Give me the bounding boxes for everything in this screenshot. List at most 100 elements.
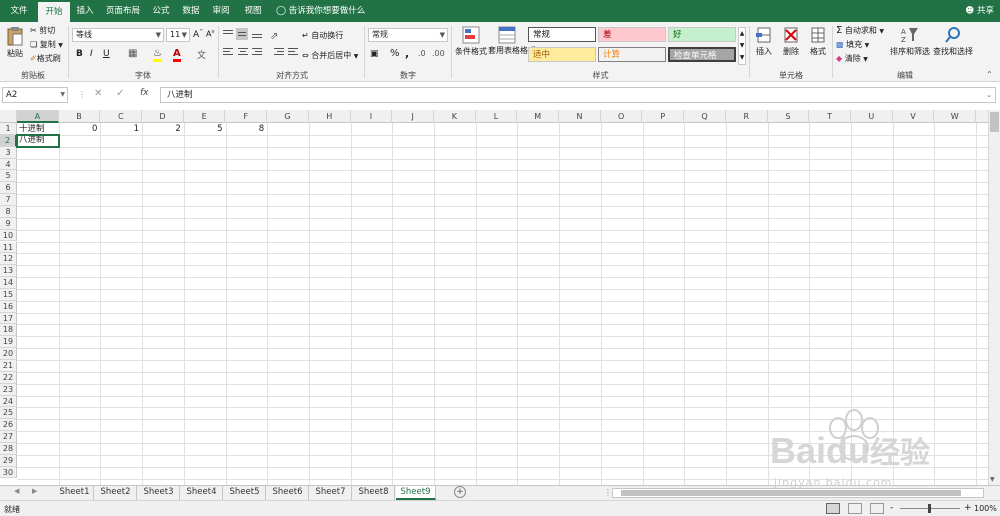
- column-header-c[interactable]: C: [100, 110, 143, 123]
- bold-button[interactable]: B: [76, 49, 83, 59]
- column-header-k[interactable]: K: [434, 110, 476, 123]
- sheet-tab-sheet2[interactable]: Sheet2: [95, 486, 137, 500]
- page-break-view-icon[interactable]: [870, 503, 884, 514]
- currency-button[interactable]: ▣: [370, 49, 379, 59]
- column-header-h[interactable]: H: [309, 110, 351, 123]
- tab-page-layout[interactable]: 页面布局: [102, 0, 144, 22]
- delete-cells-button[interactable]: 删除: [779, 26, 803, 57]
- fill-color-button[interactable]: ♨: [153, 48, 162, 62]
- sheet-tab-sheet9[interactable]: Sheet9: [396, 486, 436, 500]
- column-header-v[interactable]: V: [893, 110, 935, 123]
- column-header-r[interactable]: R: [726, 110, 768, 123]
- column-header-d[interactable]: D: [142, 110, 184, 123]
- cell-d1[interactable]: 2: [142, 124, 180, 135]
- font-color-button[interactable]: A: [173, 48, 181, 62]
- cell-c1[interactable]: 1: [100, 124, 139, 135]
- column-header-b[interactable]: B: [59, 110, 101, 123]
- column-header-e[interactable]: E: [184, 110, 226, 123]
- column-header-w[interactable]: W: [934, 110, 977, 123]
- tell-me-box[interactable]: ◯ 告诉我你想要做什么: [276, 0, 365, 22]
- page-layout-view-icon[interactable]: [848, 503, 862, 514]
- sheet-tab-sheet3[interactable]: Sheet3: [138, 486, 180, 500]
- row-header-14[interactable]: 14: [0, 277, 17, 289]
- row-header-15[interactable]: 15: [0, 288, 17, 301]
- sheet-tab-sheet1[interactable]: Sheet1: [56, 486, 94, 500]
- column-header-l[interactable]: L: [476, 110, 518, 123]
- row-header-18[interactable]: 18: [0, 324, 17, 337]
- column-header-n[interactable]: N: [559, 110, 601, 123]
- decrease-decimal-button[interactable]: .00: [432, 49, 445, 58]
- column-header-p[interactable]: P: [643, 110, 685, 123]
- zoom-level[interactable]: 100%: [974, 504, 997, 513]
- row-header-13[interactable]: 13: [0, 265, 17, 278]
- zoom-in-button[interactable]: +: [964, 503, 972, 513]
- grow-font-button[interactable]: A^: [193, 29, 203, 40]
- zoom-out-button[interactable]: -: [890, 503, 893, 513]
- underline-button[interactable]: U: [103, 49, 110, 59]
- row-header-27[interactable]: 27: [0, 431, 17, 443]
- style-check-cell[interactable]: 检查单元格: [668, 47, 736, 62]
- row-header-22[interactable]: 22: [0, 371, 17, 384]
- style-neutral[interactable]: 适中: [528, 47, 596, 62]
- style-normal[interactable]: 常规: [528, 27, 596, 42]
- copy-button[interactable]: ❏ 复制 ▼: [30, 39, 63, 50]
- row-header-8[interactable]: 8: [0, 205, 17, 218]
- border-button[interactable]: ▦: [128, 48, 137, 59]
- phonetic-button[interactable]: 文: [197, 48, 206, 61]
- sheet-tab-sheet4[interactable]: Sheet4: [181, 486, 223, 500]
- column-header-o[interactable]: O: [601, 110, 643, 123]
- row-header-17[interactable]: 17: [0, 312, 17, 325]
- formula-input[interactable]: 八进制 ⌄: [160, 87, 996, 103]
- merge-center-button[interactable]: ⇔ 合并后居中 ▼: [302, 50, 358, 61]
- column-header-f[interactable]: F: [226, 110, 268, 123]
- insert-cells-button[interactable]: 插入: [752, 26, 776, 57]
- row-header-26[interactable]: 26: [0, 419, 17, 432]
- scroll-down-icon[interactable]: ▼: [990, 476, 995, 483]
- tab-data[interactable]: 数据: [178, 0, 204, 22]
- selected-cell[interactable]: [16, 133, 60, 148]
- sort-filter-button[interactable]: AZ 排序和筛选: [890, 26, 930, 57]
- tab-file[interactable]: 文件: [4, 0, 34, 22]
- shrink-font-button[interactable]: Av: [206, 29, 214, 39]
- vertical-scroll-thumb[interactable]: [990, 112, 999, 132]
- row-header-7[interactable]: 7: [0, 194, 17, 206]
- cell-a1[interactable]: 十进制: [19, 124, 45, 135]
- row-header-25[interactable]: 25: [0, 407, 17, 420]
- row-header-20[interactable]: 20: [0, 348, 17, 360]
- row-header-21[interactable]: 21: [0, 360, 17, 372]
- column-header-j[interactable]: J: [392, 110, 434, 123]
- row-header-16[interactable]: 16: [0, 300, 17, 313]
- share-button[interactable]: ☻ 共享: [965, 0, 994, 22]
- cancel-icon[interactable]: ✕: [94, 88, 102, 99]
- sheet-tab-sheet5[interactable]: Sheet5: [224, 486, 266, 500]
- comma-button[interactable]: ,: [405, 47, 409, 60]
- italic-button[interactable]: I: [90, 49, 93, 59]
- paste-button[interactable]: 粘贴: [4, 26, 26, 60]
- cell-b1[interactable]: 0: [59, 124, 97, 135]
- row-header-24[interactable]: 24: [0, 395, 17, 408]
- tab-formulas[interactable]: 公式: [148, 0, 174, 22]
- increase-decimal-button[interactable]: .0: [418, 49, 426, 58]
- column-header-u[interactable]: U: [851, 110, 893, 123]
- wrap-text-button[interactable]: ↵ 自动换行: [302, 30, 343, 41]
- row-header-6[interactable]: 6: [0, 182, 17, 195]
- clear-button[interactable]: ◆ 清除 ▼: [836, 53, 868, 64]
- column-header-m[interactable]: M: [517, 110, 560, 123]
- cut-button[interactable]: ✂ 剪切: [30, 25, 55, 36]
- row-header-29[interactable]: 29: [0, 454, 17, 467]
- row-header-3[interactable]: 3: [0, 146, 17, 159]
- row-header-4[interactable]: 4: [0, 158, 17, 171]
- tab-insert[interactable]: 插入: [72, 0, 98, 22]
- percent-button[interactable]: %: [390, 48, 400, 59]
- sheet-tab-sheet8[interactable]: Sheet8: [353, 486, 395, 500]
- row-header-5[interactable]: 5: [0, 170, 17, 183]
- tab-home[interactable]: 开始: [38, 2, 70, 22]
- format-as-table-button[interactable]: 套用表格格式: [488, 26, 536, 55]
- row-header-12[interactable]: 12: [0, 253, 17, 266]
- font-name-combo[interactable]: 等线 ▼: [72, 28, 164, 42]
- column-header-a[interactable]: A: [17, 110, 59, 123]
- format-cells-button[interactable]: 格式: [806, 26, 830, 57]
- sheet-tab-sheet7[interactable]: Sheet7: [310, 486, 352, 500]
- find-select-button[interactable]: 查找和选择: [932, 26, 974, 57]
- style-bad[interactable]: 差: [598, 27, 666, 42]
